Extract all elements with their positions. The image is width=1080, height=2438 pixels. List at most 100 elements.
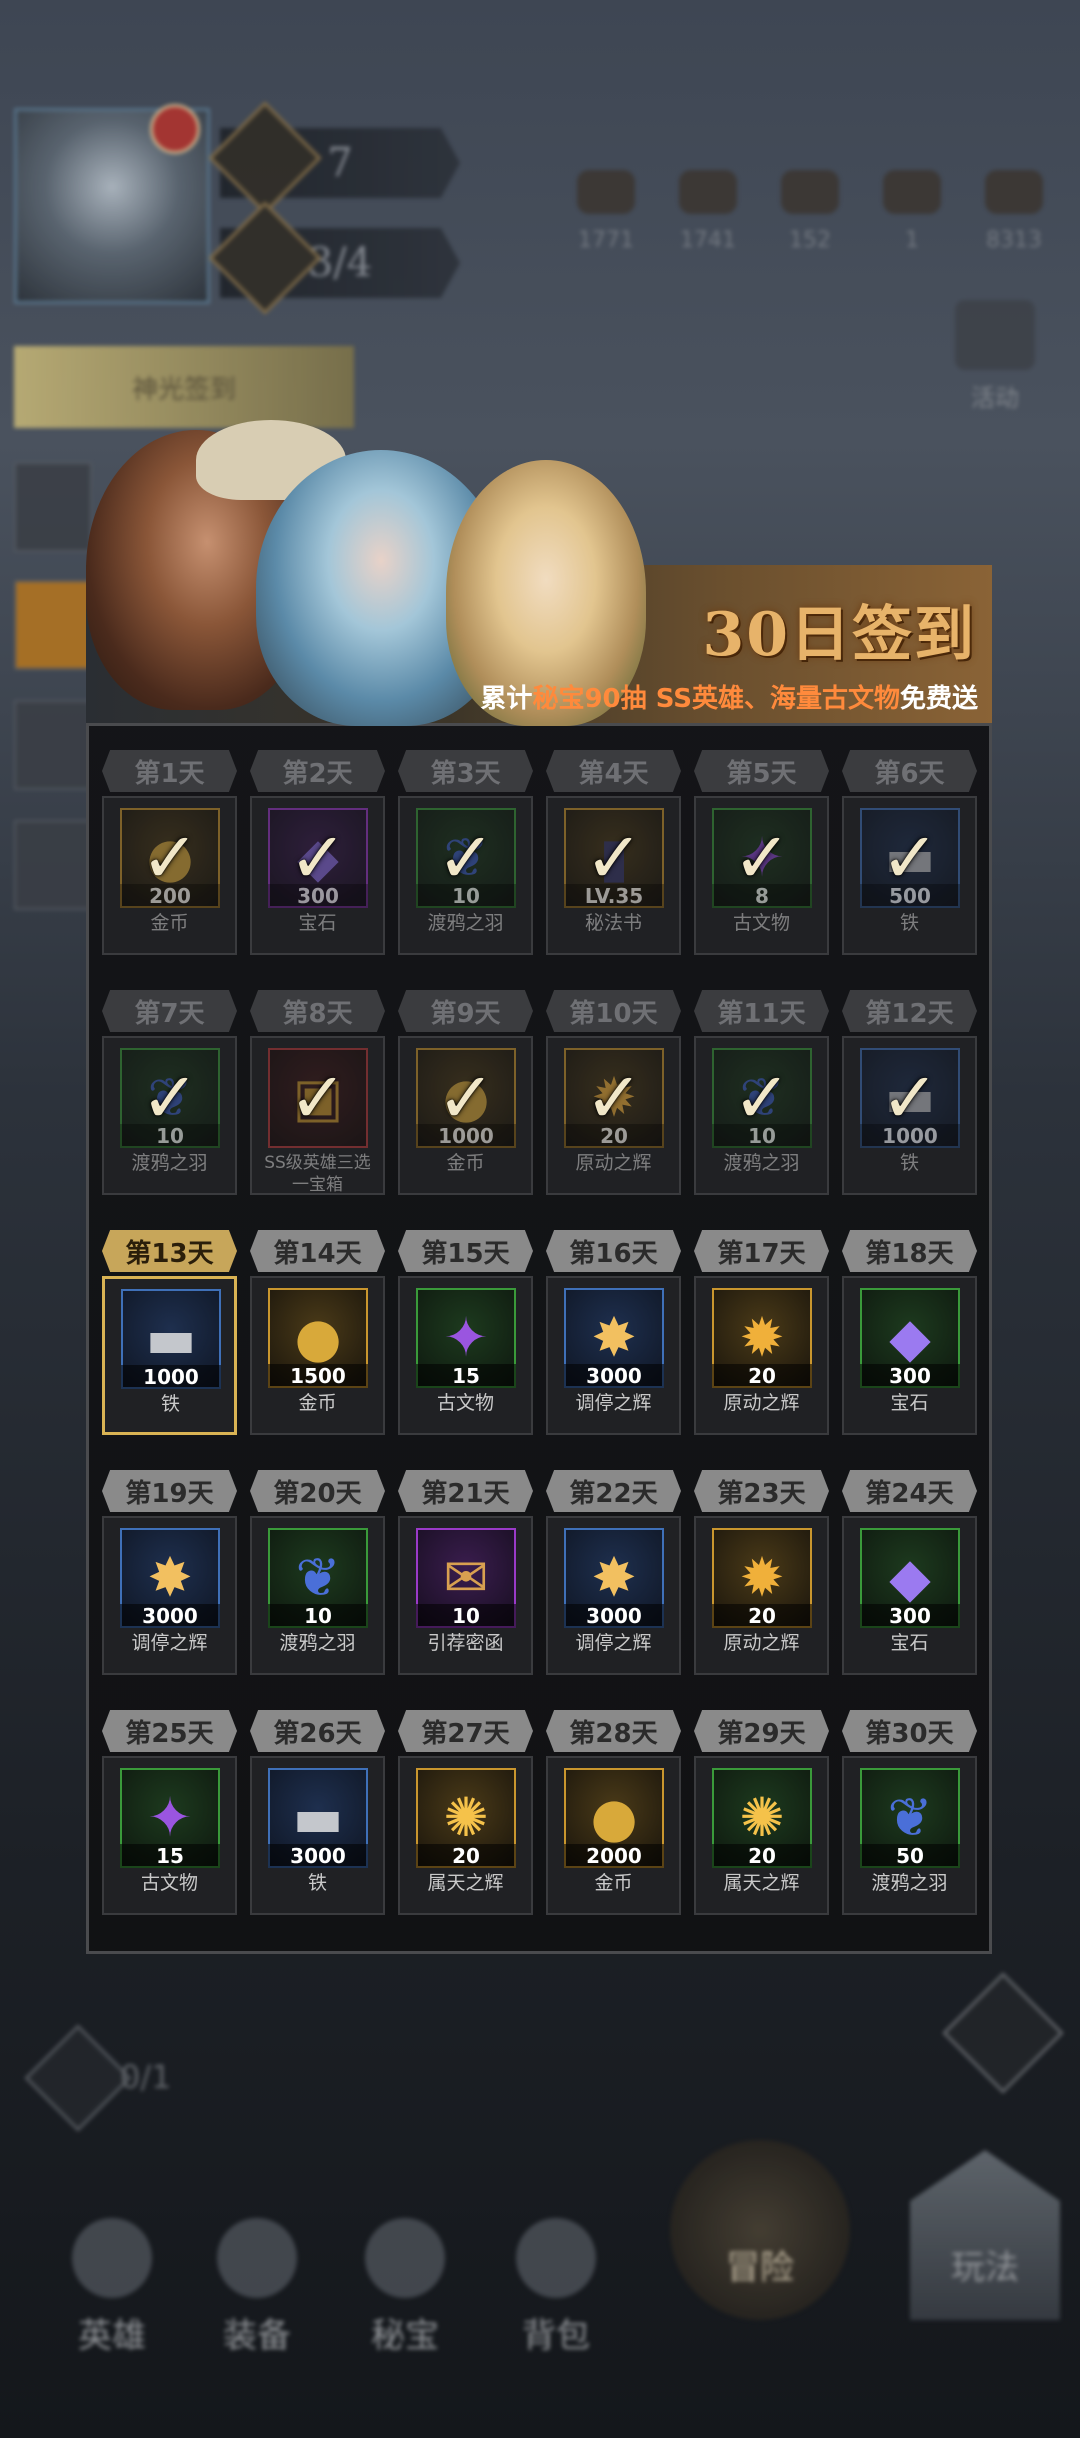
reward-card: ✉ 10 引荐密函	[398, 1516, 533, 1675]
nav-heroes[interactable]: 英雄	[52, 2218, 172, 2357]
item-quantity: 15	[120, 1844, 220, 1868]
day-reward-cell[interactable]: 第9天 ● 1000 金币 ✓	[398, 990, 533, 1195]
day-label: 第30天	[842, 1710, 977, 1752]
day-reward-cell[interactable]: 第14天 ● 1500 金币	[250, 1230, 385, 1435]
item-quantity: 10	[268, 1604, 368, 1628]
item-quantity: 15	[416, 1364, 516, 1388]
day-reward-cell[interactable]: 第23天 ✹ 20 原动之辉	[694, 1470, 829, 1675]
item-quantity: 300	[860, 1364, 960, 1388]
item-name: 金币	[446, 1152, 485, 1174]
day-reward-cell[interactable]: 第21天 ✉ 10 引荐密函	[398, 1470, 533, 1675]
reward-card: ▣ SS级英雄三选一宝箱 ✓	[250, 1036, 385, 1195]
reward-card: ▮ LV.35 秘法书 ✓	[546, 796, 681, 955]
day-reward-cell[interactable]: 第11天 ❦ 10 渡鸦之羽 ✓	[694, 990, 829, 1195]
chalice-icon	[365, 2218, 445, 2298]
mediation-radiance-icon: ✸	[591, 1546, 637, 1609]
day-reward-cell[interactable]: 第16天 ✸ 3000 调停之辉	[546, 1230, 681, 1435]
item-quantity: 20	[712, 1364, 812, 1388]
item-quantity: 10	[416, 1604, 516, 1628]
day-reward-cell[interactable]: 第30天 ❦ 50 渡鸦之羽	[842, 1710, 977, 1915]
subtitle-highlight: 秘宝90抽	[532, 684, 647, 714]
modal-title: 30日签到	[702, 600, 976, 670]
resource-value: 8313	[986, 228, 1042, 253]
day-reward-cell[interactable]: 第18天 ◆ 300 宝石	[842, 1230, 977, 1435]
item-quantity: 300	[860, 1604, 960, 1628]
day-reward-cell[interactable]: 第22天 ✸ 3000 调停之辉	[546, 1470, 681, 1675]
adventure-button[interactable]	[670, 2140, 850, 2320]
reward-card: ✺ 20 属天之辉	[398, 1756, 533, 1915]
nav-gameplay[interactable]: 玩法	[925, 2240, 1045, 2289]
progress-value: 3/4	[307, 240, 373, 286]
celestial-radiance-icon: ✺	[443, 1786, 489, 1849]
day-reward-cell[interactable]: 第5天 ✦ 8 古文物 ✓	[694, 750, 829, 955]
item-name: 金币	[298, 1392, 337, 1414]
item-name: 引荐密函	[427, 1632, 504, 1654]
side-event-button[interactable]	[14, 580, 92, 670]
item-name: 调停之辉	[575, 1392, 652, 1414]
day-reward-cell[interactable]: 第24天 ◆ 300 宝石	[842, 1470, 977, 1675]
activity-button[interactable]: 活动	[950, 300, 1040, 412]
day-reward-cell[interactable]: 第1天 ● 200 金币 ✓	[102, 750, 237, 955]
nav-bag[interactable]: 背包	[496, 2218, 616, 2357]
side-event-button[interactable]	[14, 820, 92, 910]
reward-card: ❦ 10 渡鸦之羽 ✓	[102, 1036, 237, 1195]
hammer-icon[interactable]	[24, 2024, 132, 2132]
day-reward-cell[interactable]: 第4天 ▮ LV.35 秘法书 ✓	[546, 750, 681, 955]
resource-item: 152	[774, 170, 846, 253]
checkmark-icon: ✓	[288, 1057, 348, 1139]
checkmark-icon: ✓	[584, 1057, 644, 1139]
reward-card: ● 2000 金币	[546, 1756, 681, 1915]
coin-icon	[883, 170, 941, 214]
checkmark-icon: ✓	[880, 817, 940, 899]
prime-radiance-icon: ✹	[739, 1306, 785, 1369]
coin-icon: ●	[590, 1786, 638, 1849]
day-reward-cell[interactable]: 第25天 ✦ 15 古文物	[102, 1710, 237, 1915]
item-quantity: 2000	[564, 1844, 664, 1868]
item-quantity: 20	[416, 1844, 516, 1868]
nav-adventure[interactable]: 冒险	[700, 2240, 820, 2289]
day-reward-cell[interactable]: 第2天 ◆ 300 宝石 ✓	[250, 750, 385, 955]
item-name: 渡鸦之羽	[871, 1872, 948, 1894]
day-reward-cell[interactable]: 第27天 ✺ 20 属天之辉	[398, 1710, 533, 1915]
day-label: 第8天	[250, 990, 385, 1032]
nav-treasure[interactable]: 秘宝	[345, 2218, 465, 2357]
day-reward-cell[interactable]: 第17天 ✹ 20 原动之辉	[694, 1230, 829, 1435]
day-reward-cell[interactable]: 第29天 ✺ 20 属天之辉	[694, 1710, 829, 1915]
checkmark-icon: ✓	[732, 817, 792, 899]
day-reward-cell[interactable]: 第20天 ❦ 10 渡鸦之羽	[250, 1470, 385, 1675]
resource-item: 8313	[978, 170, 1050, 253]
side-event-button[interactable]	[14, 700, 92, 790]
iron-icon: ▬	[292, 1786, 344, 1849]
day-reward-cell[interactable]: 第28天 ● 2000 金币	[546, 1710, 681, 1915]
item-quantity: 20	[712, 1604, 812, 1628]
reward-card: ✹ 20 原动之辉 ✓	[546, 1036, 681, 1195]
reward-card: ▬ 3000 铁	[250, 1756, 385, 1915]
day-reward-cell[interactable]: 第10天 ✹ 20 原动之辉 ✓	[546, 990, 681, 1195]
reward-card: ✸ 3000 调停之辉	[546, 1516, 681, 1675]
equipment-icon	[217, 2218, 297, 2298]
gameplay-button[interactable]	[910, 2150, 1060, 2320]
day-reward-cell[interactable]: 第26天 ▬ 3000 铁	[250, 1710, 385, 1915]
resource-value: 1771	[578, 228, 634, 253]
reward-card: ✺ 20 属天之辉	[694, 1756, 829, 1915]
item-quantity: 3000	[564, 1604, 664, 1628]
item-name: 铁	[899, 912, 919, 934]
item-name: 铁	[899, 1152, 919, 1174]
sword-diamond-icon[interactable]	[942, 1972, 1064, 2094]
day-reward-cell[interactable]: 第15天 ✦ 15 古文物	[398, 1230, 533, 1435]
side-event-button[interactable]	[14, 462, 92, 552]
day-reward-cell[interactable]: 第19天 ✸ 3000 调停之辉	[102, 1470, 237, 1675]
item-name: 古文物	[436, 1392, 494, 1414]
day-reward-cell[interactable]: 第13天 ▬ 1000 铁	[102, 1230, 237, 1435]
checkmark-icon: ✓	[140, 1057, 200, 1139]
day-reward-cell[interactable]: 第12天 ▬ 1000 铁 ✓	[842, 990, 977, 1195]
modal-header: 30日签到 累计秘宝90抽 SS英雄、海量古文物免费送	[86, 410, 992, 726]
item-name: 宝石	[890, 1632, 929, 1654]
item-name: 秘法书	[584, 912, 642, 934]
day-reward-cell[interactable]: 第8天 ▣ SS级英雄三选一宝箱 ✓	[250, 990, 385, 1195]
day-reward-cell[interactable]: 第7天 ❦ 10 渡鸦之羽 ✓	[102, 990, 237, 1195]
iron-icon: ▬	[145, 1307, 197, 1370]
day-reward-cell[interactable]: 第6天 ▬ 500 铁 ✓	[842, 750, 977, 955]
day-reward-cell[interactable]: 第3天 ❦ 10 渡鸦之羽 ✓	[398, 750, 533, 955]
nav-equipment[interactable]: 装备	[197, 2218, 317, 2357]
